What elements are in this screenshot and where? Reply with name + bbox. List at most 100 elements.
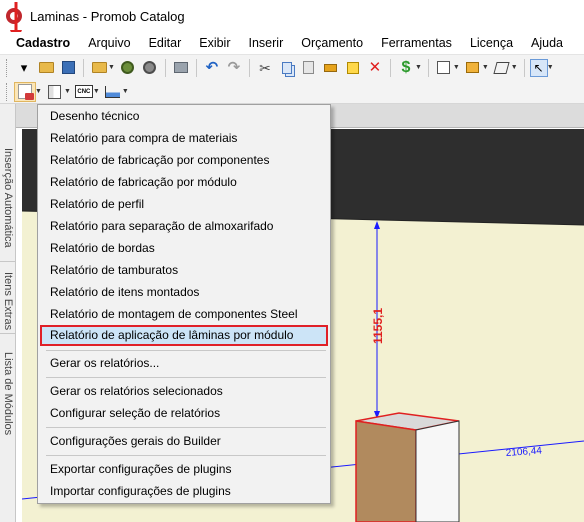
delete-button[interactable]: ✕ — [365, 58, 385, 78]
toolbar-separator — [389, 58, 391, 77]
tab-itens-extras[interactable]: Itens Extras — [0, 270, 16, 334]
menu-arquivo[interactable]: Arquivo — [79, 36, 139, 50]
view-button[interactable] — [434, 58, 454, 78]
menu-item-compra-materiais[interactable]: Relatório para compra de materiais — [40, 128, 328, 149]
redo-button[interactable]: ↷ — [224, 58, 244, 78]
menu-item-gerar-selecionados[interactable]: Gerar os relatórios selecionados — [40, 381, 328, 402]
paste-button[interactable] — [299, 58, 319, 78]
menu-item-fabricacao-componentes[interactable]: Relatório de fabricação por componentes — [40, 150, 328, 171]
menu-item-bordas[interactable]: Relatório de bordas — [40, 238, 328, 259]
layout-icon — [48, 84, 62, 99]
chart-icon — [105, 85, 121, 98]
cabinet-wood-side — [355, 420, 417, 522]
toolbar-separator — [427, 58, 429, 77]
menu-item-separacao-almoxarifado[interactable]: Relatório para separação de almoxarifado — [40, 216, 328, 237]
dimension-arrow-top — [374, 221, 380, 229]
reports-button[interactable] — [14, 81, 36, 102]
print-icon — [173, 62, 188, 73]
chevron-down-icon[interactable]: ▼ — [35, 88, 42, 95]
menu-item-exportar-plugins[interactable]: Exportar configurações de plugins — [40, 459, 328, 480]
builder-toolbar: ▼ ▼ CNC ▼ ▼ — [0, 80, 584, 104]
menu-cadastro[interactable]: Cadastro — [0, 36, 79, 50]
chevron-down-icon[interactable]: ▼ — [511, 64, 518, 71]
menu-orcamento[interactable]: Orçamento — [292, 36, 372, 50]
copy-button[interactable] — [277, 58, 297, 78]
side-tab-label: Lista de Módulos — [2, 352, 14, 436]
copy-icon — [281, 61, 292, 74]
menu-item-desenho-tecnico[interactable]: Desenho técnico — [40, 106, 328, 127]
chevron-down-icon[interactable]: ▼ — [93, 88, 100, 95]
menu-item-montagem-steel[interactable]: Relatório de montagem de componentes Ste… — [40, 304, 328, 325]
toolbar-grip[interactable] — [6, 82, 9, 101]
menu-exibir[interactable]: Exibir — [190, 36, 239, 50]
menu-item-aplicacao-laminas[interactable]: Relatório de aplicação de lâminas por mó… — [40, 325, 328, 346]
undo-button[interactable]: ↶ — [202, 58, 222, 78]
chevron-down-icon[interactable]: ▼ — [122, 88, 129, 95]
toolbar-separator — [248, 58, 250, 77]
menu-inserir[interactable]: Inserir — [240, 36, 293, 50]
menu-item-gerar-relatorios[interactable]: Gerar os relatórios... — [40, 353, 328, 374]
cabinet-front — [415, 420, 460, 522]
cut-button[interactable]: ✂ — [255, 58, 275, 78]
menu-item-tamburatos[interactable]: Relatório de tamburatos — [40, 260, 328, 281]
menu-ferramentas[interactable]: Ferramentas — [372, 36, 461, 50]
budget-button[interactable]: $ — [396, 58, 416, 78]
folder-open-icon — [38, 62, 54, 73]
menu-item-fabricacao-modulo[interactable]: Relatório de fabricação por módulo — [40, 172, 328, 193]
toolbar-separator — [83, 58, 84, 77]
cursor-arrow-icon: ↖ — [533, 60, 544, 75]
menu-item-configurar-selecao[interactable]: Configurar seleção de relatórios — [40, 403, 328, 424]
chevron-down-icon[interactable]: ▼ — [453, 64, 460, 71]
chevron-down-icon[interactable]: ▼ — [64, 88, 71, 95]
toolbar-grip[interactable] — [6, 58, 9, 77]
hammer-icon — [324, 63, 338, 72]
plugin-button[interactable] — [118, 58, 138, 78]
cnc-icon: CNC — [74, 85, 93, 98]
new-file-button[interactable]: ▾ — [14, 58, 34, 78]
tool-button[interactable] — [321, 58, 341, 78]
tab-lista-de-modulos[interactable]: Lista de Módulos — [0, 340, 16, 448]
report-icon — [18, 84, 34, 100]
paint-icon — [346, 61, 359, 74]
cnc-button[interactable]: CNC — [74, 82, 94, 102]
open-button[interactable] — [36, 58, 56, 78]
menu-bar: Cadastro Arquivo Editar Exibir Inserir O… — [0, 32, 584, 54]
money-icon: $ — [401, 58, 411, 76]
menu-item-itens-montados[interactable]: Relatório de itens montados — [40, 282, 328, 303]
redo-icon: ↷ — [227, 59, 241, 76]
shape-icon — [493, 61, 510, 74]
chevron-down-icon[interactable]: ▼ — [415, 64, 422, 71]
new-file-icon: ▾ — [20, 60, 28, 75]
side-tab-label: Inserção Automática — [2, 147, 14, 248]
render-icon — [143, 61, 157, 74]
plugin-gear-icon — [121, 61, 135, 74]
chevron-down-icon[interactable]: ▼ — [482, 64, 489, 71]
chart-button[interactable] — [103, 82, 123, 102]
menu-licenca[interactable]: Licença — [461, 36, 522, 50]
menu-item-perfil[interactable]: Relatório de perfil — [40, 194, 328, 215]
render-button[interactable] — [140, 58, 160, 78]
menu-ajuda[interactable]: Ajuda — [522, 36, 572, 50]
dimension-label-vertical: 1155,1 — [371, 308, 385, 344]
menu-item-configuracoes-builder[interactable]: Configurações gerais do Builder — [40, 431, 328, 452]
layout-button[interactable] — [45, 82, 65, 102]
undo-icon: ↶ — [205, 59, 219, 76]
tab-insercao-automatica[interactable]: Inserção Automática — [0, 134, 16, 262]
chevron-down-icon[interactable]: ▼ — [547, 64, 554, 71]
print-button[interactable] — [171, 58, 191, 78]
main-toolbar: ▾ ▼ ↶ ↷ ✂ ✕ $ ▼ ▼ ▼ ▼ ↖ ▼ — [0, 54, 584, 80]
open-project-button[interactable] — [89, 58, 109, 78]
menu-item-importar-plugins[interactable]: Importar configurações de plugins — [40, 481, 328, 502]
delete-x-icon: ✕ — [368, 59, 382, 76]
scissors-icon: ✂ — [259, 59, 271, 76]
chevron-down-icon[interactable]: ▼ — [108, 64, 115, 71]
modules-button[interactable] — [463, 58, 483, 78]
save-button[interactable] — [58, 58, 78, 78]
menu-editar[interactable]: Editar — [140, 36, 191, 50]
dimension-label-horizontal: 2106,44 — [505, 445, 542, 459]
shape-button[interactable] — [492, 58, 512, 78]
toolbar-separator — [195, 58, 197, 77]
paint-button[interactable] — [343, 58, 363, 78]
select-cursor-button[interactable]: ↖ — [529, 58, 548, 77]
side-panel-tabs: Inserção Automática Itens Extras Lista d… — [0, 104, 16, 522]
